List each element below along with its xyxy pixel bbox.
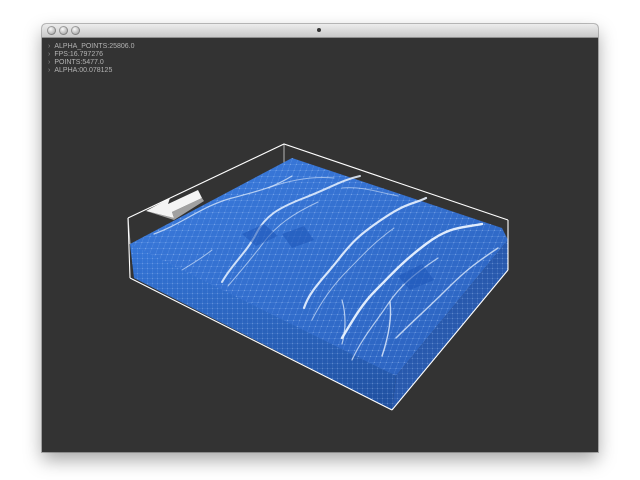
zoom-window-button[interactable] <box>71 26 80 35</box>
app-window: › ALPHA_POINTS:25806.0 › FPS:16.797276 › PO… <box>42 24 598 452</box>
minimize-window-button[interactable] <box>59 26 68 35</box>
stat-text: ALPHA_POINTS:25806.0 <box>54 43 135 50</box>
stat-text: FPS:16.797276 <box>54 51 103 58</box>
stat-bullet: › <box>48 43 51 50</box>
stat-bullet: › <box>48 51 51 58</box>
stat-bullet: › <box>48 67 51 74</box>
stat-text: ALPHA:00.078125 <box>54 67 113 74</box>
stat-points: › POINTS:5477.0 <box>48 59 135 67</box>
stat-text: POINTS:5477.0 <box>54 59 104 66</box>
stat-alpha-points: › ALPHA_POINTS:25806.0 <box>48 43 135 51</box>
render-viewport[interactable]: › ALPHA_POINTS:25806.0 › FPS:16.797276 › PO… <box>42 38 598 452</box>
window-title-marker <box>317 28 321 32</box>
stats-overlay: › ALPHA_POINTS:25806.0 › FPS:16.797276 › PO… <box>48 43 135 75</box>
stat-bullet: › <box>48 59 51 66</box>
stat-alpha: › ALPHA:00.078125 <box>48 67 135 75</box>
close-window-button[interactable] <box>47 26 56 35</box>
water-simulation-scene[interactable] <box>42 38 598 452</box>
title-bar[interactable] <box>42 24 598 38</box>
stat-fps: › FPS:16.797276 <box>48 51 135 59</box>
